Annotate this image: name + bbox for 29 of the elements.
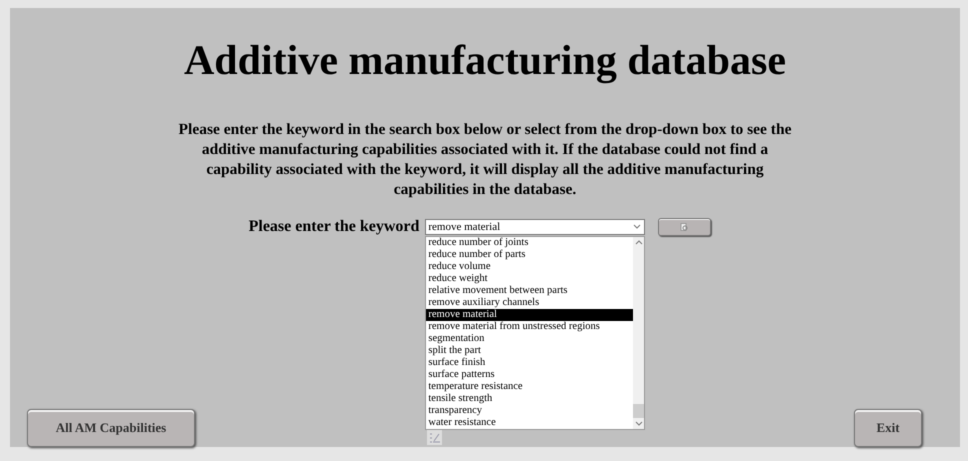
dropdown-option[interactable]: segmentation (426, 333, 634, 346)
dropdown-option[interactable]: relative movement between parts (426, 285, 634, 298)
dropdown-option[interactable]: reduce weight (426, 273, 634, 286)
scroll-up-icon[interactable] (634, 239, 643, 246)
dropdown-option[interactable]: water resistance (426, 417, 634, 430)
dropdown-option[interactable]: split the part (426, 345, 634, 358)
dropdown-option[interactable]: surface patterns (426, 369, 634, 382)
dropdown-option[interactable]: reduce number of parts (426, 249, 634, 262)
dropdown-option[interactable]: reduce volume (426, 261, 634, 274)
scrollbar[interactable] (633, 237, 644, 430)
scroll-down-icon[interactable] (634, 421, 643, 428)
dropdown-option[interactable]: remove auxiliary channels (426, 297, 634, 310)
dropdown-option[interactable]: transparency (426, 405, 634, 418)
dropdown-option[interactable]: surface finish (426, 357, 634, 370)
page-title: Additive manufacturing database (184, 37, 786, 86)
all-capabilities-button[interactable]: All AM Capabilities (27, 409, 195, 447)
scrollbar-thumb[interactable] (633, 404, 644, 418)
keyword-combo-box[interactable]: remove material (425, 219, 646, 236)
instructions-text: Please enter the keyword in the search box below or select from the drop-down box to see the additive manufacturing capabilities associated with it. If the database could not find a capability associated with the keyword, it will display all the additive manufacturing capabilities in the database. (178, 120, 792, 200)
dropdown-option[interactable]: remove material (426, 309, 634, 322)
dropdown-option[interactable]: reduce number of joints (426, 237, 634, 250)
dropdown-option[interactable]: temperature resistance (426, 381, 634, 394)
dropdown-option[interactable]: remove material from unstressed regions (426, 321, 634, 334)
search-icon (680, 222, 690, 232)
edit-list-icon[interactable] (427, 430, 442, 446)
keyword-label: Please enter the keyword (248, 218, 420, 236)
dropdown-option[interactable]: tensile strength (426, 393, 634, 406)
exit-button[interactable]: Exit (854, 409, 922, 447)
search-button[interactable] (658, 218, 712, 236)
